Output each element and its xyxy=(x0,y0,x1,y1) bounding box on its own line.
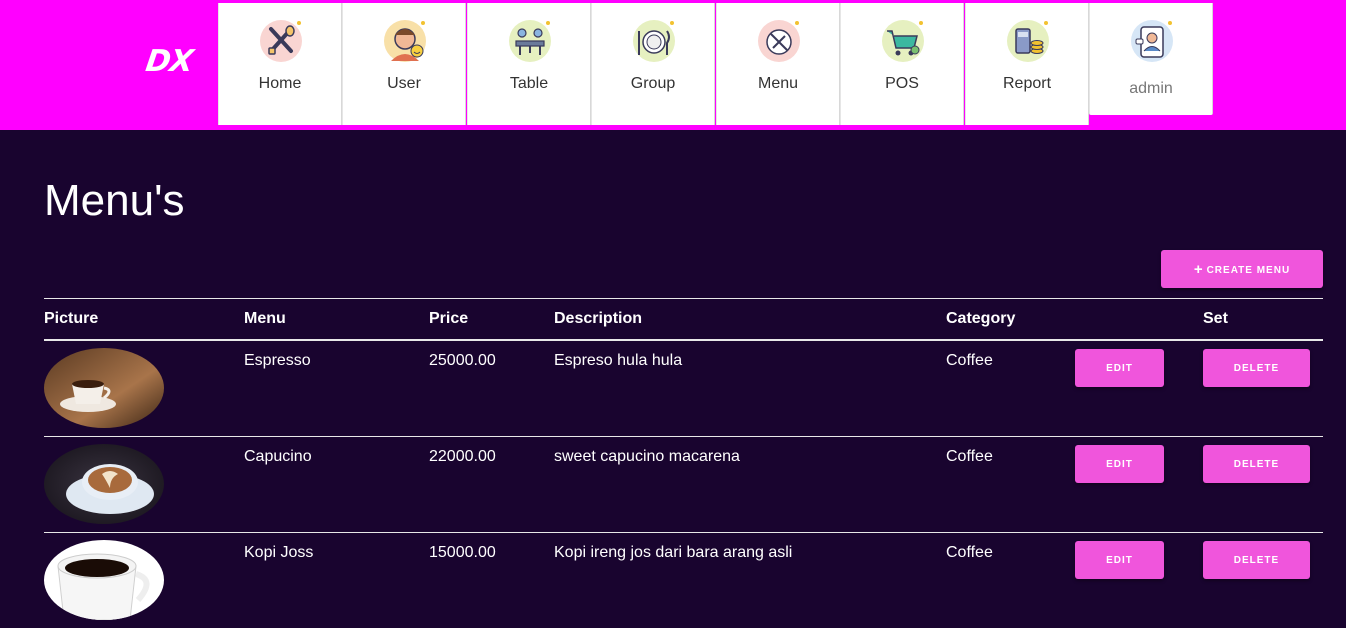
menu-plate-icon xyxy=(758,20,800,62)
nav-item-group[interactable]: Group xyxy=(591,3,715,125)
menu-picture-capucino xyxy=(44,444,164,524)
page-title: Menu's xyxy=(44,176,185,225)
menu-name: Kopi Joss xyxy=(244,544,314,561)
nav-item-admin[interactable]: admin xyxy=(1089,3,1213,115)
header-price: Price xyxy=(429,310,469,327)
plus-icon: + xyxy=(1193,260,1204,278)
nav-label-home: Home xyxy=(258,75,302,92)
delete-button[interactable]: DELETE xyxy=(1203,445,1310,483)
table-row: Capucino 22000.00 sweet capucino macaren… xyxy=(0,436,1346,532)
table-row: Kopi Joss 15000.00 Kopi ireng jos dari b… xyxy=(0,532,1346,628)
create-menu-label: CREATE MENU xyxy=(1206,264,1291,276)
nav-label-pos: POS xyxy=(885,75,919,92)
nav-label-table: Table xyxy=(509,75,549,92)
menu-description: Espreso hula hula xyxy=(554,352,683,369)
menu-category: Coffee xyxy=(946,352,993,369)
table-top-divider xyxy=(44,298,1323,299)
menu-picture-kopi-joss xyxy=(44,540,164,620)
app-logo[interactable]: DX xyxy=(144,44,195,79)
user-avatar-icon xyxy=(384,20,426,62)
calculator-coins-icon xyxy=(1007,20,1049,62)
header-picture: Picture xyxy=(44,310,99,327)
edit-button[interactable]: EDIT xyxy=(1075,445,1164,483)
menu-price: 15000.00 xyxy=(429,544,496,561)
edit-button[interactable]: EDIT xyxy=(1075,541,1164,579)
nav-label-user: User xyxy=(387,75,421,92)
menu-name: Capucino xyxy=(244,448,312,465)
nav-item-home[interactable]: Home xyxy=(218,3,342,125)
nav-label-report: Report xyxy=(1002,75,1052,92)
menu-category: Coffee xyxy=(946,448,993,465)
header-set: Set xyxy=(1203,310,1228,327)
menu-price: 22000.00 xyxy=(429,448,496,465)
nav-label-admin: admin xyxy=(1129,80,1173,97)
menu-picture-espresso xyxy=(44,348,164,428)
nav-item-pos[interactable]: POS xyxy=(840,3,964,125)
menu-price: 25000.00 xyxy=(429,352,496,369)
nav-label-menu: Menu xyxy=(757,75,799,92)
nav-item-table[interactable]: Table xyxy=(467,3,591,125)
create-menu-button[interactable]: + CREATE MENU xyxy=(1161,250,1323,288)
delete-button[interactable]: DELETE xyxy=(1203,349,1310,387)
header-menu: Menu xyxy=(244,310,286,327)
delete-button[interactable]: DELETE xyxy=(1203,541,1310,579)
nav-item-menu[interactable]: Menu xyxy=(716,3,840,125)
dining-table-icon xyxy=(509,20,551,62)
header-description: Description xyxy=(554,310,643,327)
menu-name: Espresso xyxy=(244,352,311,369)
edit-button[interactable]: EDIT xyxy=(1075,349,1164,387)
plate-cutlery-icon xyxy=(633,20,675,62)
nav-item-user[interactable]: User xyxy=(342,3,466,125)
fork-spoon-icon xyxy=(260,20,302,62)
nav-label-group: Group xyxy=(630,75,676,92)
header-category: Category xyxy=(946,310,1016,327)
menu-category: Coffee xyxy=(946,544,993,561)
top-navbar: DX Home User Table Group Menu POS Report… xyxy=(0,0,1346,130)
table-row: Espresso 25000.00 Espreso hula hula Coff… xyxy=(0,340,1346,436)
shopping-cart-icon xyxy=(882,20,924,62)
nav-item-report[interactable]: Report xyxy=(965,3,1089,125)
menu-description: sweet capucino macarena xyxy=(554,448,740,465)
admin-profile-icon xyxy=(1131,20,1173,62)
menu-description: Kopi ireng jos dari bara arang asli xyxy=(554,544,793,561)
